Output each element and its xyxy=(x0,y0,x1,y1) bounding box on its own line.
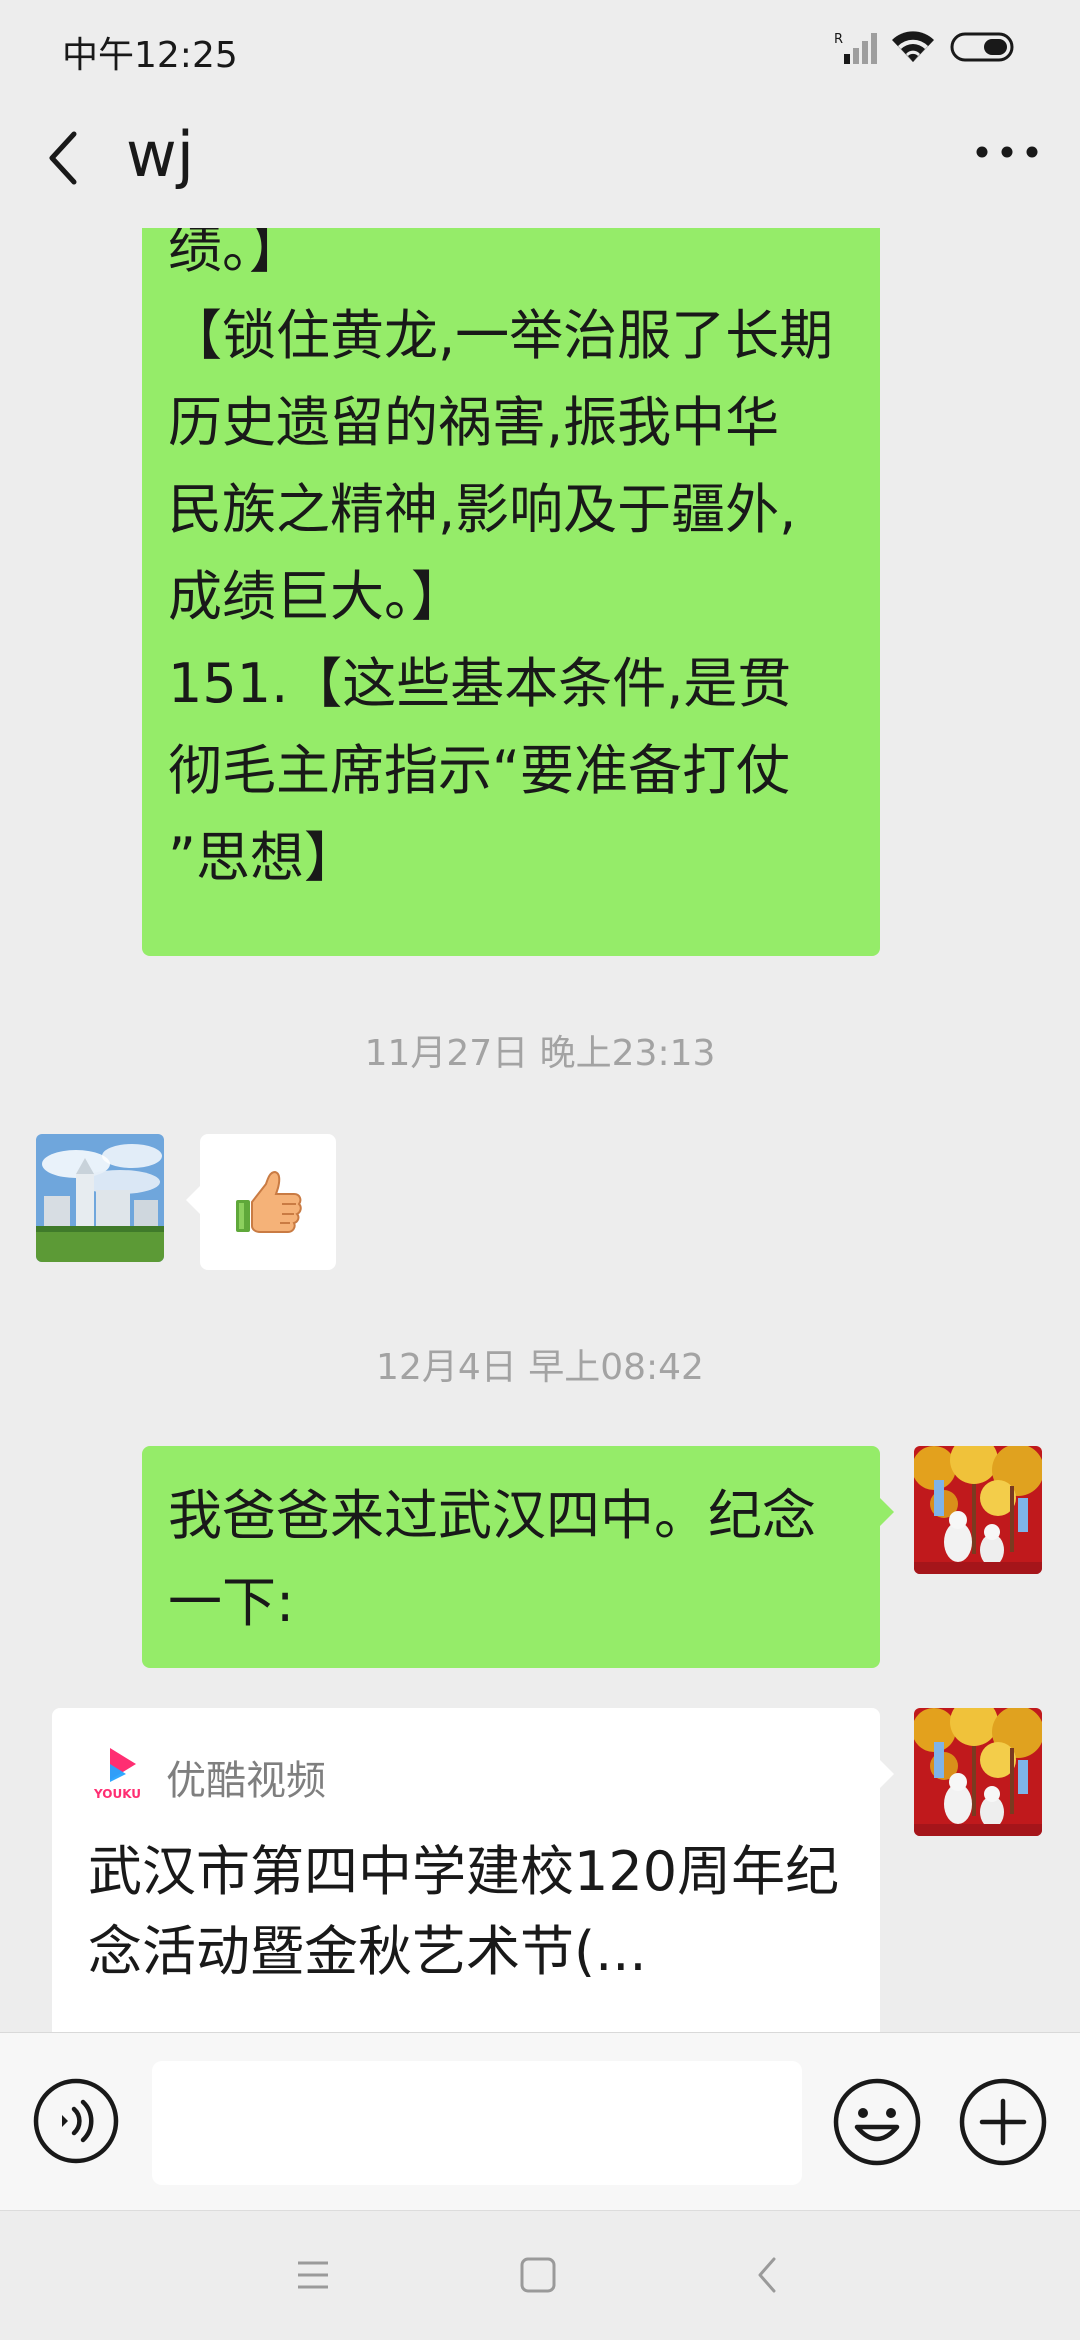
bubble-tail xyxy=(186,1186,200,1214)
received-sticker-bubble[interactable] xyxy=(200,1134,336,1270)
sent-message-bubble[interactable]: 绩。】 【锁住黄龙,一举治服了长期 历史遗留的祸害,振我中华 民族之精神,影响及… xyxy=(142,228,880,956)
timestamp: 11月27日 晚上23:13 xyxy=(364,1033,716,1074)
contact-avatar[interactable] xyxy=(36,1134,164,1262)
voice-input-icon[interactable] xyxy=(32,2077,120,2165)
my-avatar[interactable] xyxy=(914,1708,1042,1836)
battery-icon xyxy=(950,32,1014,62)
home-icon[interactable] xyxy=(518,2255,558,2295)
chat-header: wj xyxy=(0,96,1080,228)
message-line: ”思想】 xyxy=(168,826,358,889)
card-title: 武汉市第四中学建校120周年纪念活动暨金秋艺术节(... xyxy=(88,1840,840,1983)
my-avatar[interactable] xyxy=(914,1446,1042,1574)
message-input[interactable] xyxy=(152,2061,802,2185)
back-arrow-icon[interactable] xyxy=(40,126,88,190)
bubble-tail xyxy=(880,1760,894,1788)
bubble-tail xyxy=(880,1498,894,1526)
message-line: 历史遗留的祸害,振我中华 xyxy=(168,391,780,454)
recent-apps-icon[interactable] xyxy=(296,2253,330,2297)
message-line: 绩。】 xyxy=(168,228,303,280)
message-line: 彻毛主席指示“要准备打仗 xyxy=(168,739,790,802)
status-time: 中午12:25 xyxy=(62,35,238,76)
card-source: 优酷视频 xyxy=(166,1758,326,1804)
message-line: 民族之精神,影响及于疆外, xyxy=(168,478,797,541)
thumbs-up-icon xyxy=(236,1170,302,1233)
sent-message-bubble[interactable]: 我爸爸来过武汉四中。纪念一下: xyxy=(142,1446,880,1668)
chat-messages[interactable]: 绩。】 【锁住黄龙,一举治服了长期 历史遗留的祸害,振我中华 民族之精神,影响及… xyxy=(0,228,1080,2032)
message-line: 成绩巨大。】 xyxy=(168,565,465,628)
message-text: 我爸爸来过武汉四中。纪念一下: xyxy=(168,1484,816,1634)
timestamp: 12月4日 早上08:42 xyxy=(376,1347,704,1388)
youku-logo-icon: YOUKU xyxy=(93,1748,141,1800)
nav-back-icon[interactable] xyxy=(752,2253,782,2297)
system-nav-bar xyxy=(0,2210,1080,2340)
signal-badge: R xyxy=(834,32,843,47)
plus-icon[interactable] xyxy=(958,2077,1048,2167)
message-line: 151.【这些基本条件,是贯 xyxy=(168,652,792,715)
wifi-icon xyxy=(892,31,934,62)
more-options-icon[interactable] xyxy=(972,142,1042,162)
emoji-icon[interactable] xyxy=(832,2077,922,2167)
video-link-card[interactable]: YOUKU 优酷视频 武汉市第四中学建校120周年纪念活动暨金秋艺术节(... xyxy=(52,1708,880,2032)
chat-title: wj xyxy=(126,118,194,191)
status-bar: 中午12:25 R xyxy=(0,0,1080,96)
input-bar xyxy=(0,2032,1080,2210)
signal-icon: R xyxy=(834,32,877,64)
status-icons: R xyxy=(808,28,1018,68)
youku-logo-text: YOUKU xyxy=(93,1787,141,1800)
message-line: 【锁住黄龙,一举治服了长期 xyxy=(168,304,834,367)
